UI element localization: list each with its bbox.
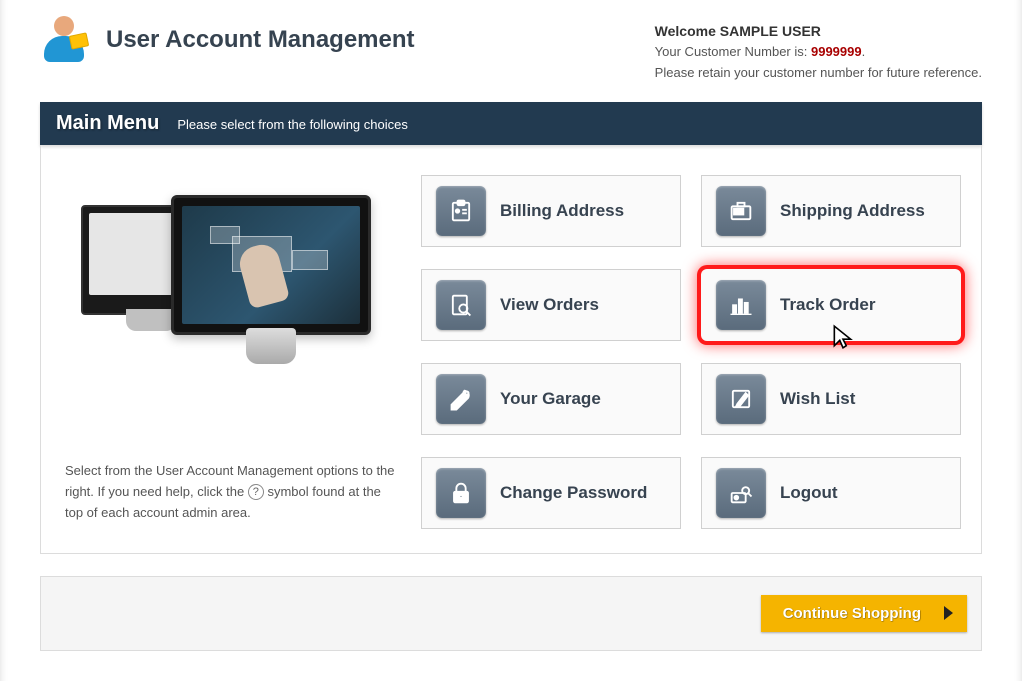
tile-label: Change Password — [500, 483, 647, 503]
change-password-tile[interactable]: Change Password — [421, 457, 681, 529]
tile-label: Billing Address — [500, 201, 624, 221]
bar-chart-icon — [716, 280, 766, 330]
shipping-address-tile[interactable]: Shipping Address — [701, 175, 961, 247]
header-right: Welcome SAMPLE USER Your Customer Number… — [655, 14, 982, 84]
customer-number: 9999999 — [811, 44, 862, 59]
header: User Account Management Welcome SAMPLE U… — [40, 0, 982, 102]
content-area: Select from the User Account Management … — [40, 145, 982, 554]
continue-label: Continue Shopping — [783, 605, 921, 622]
billing-address-tile[interactable]: Billing Address — [421, 175, 681, 247]
welcome-text: Welcome SAMPLE USER — [655, 20, 982, 42]
menu-bar-title: Main Menu — [56, 112, 159, 135]
account-management-page: User Account Management Welcome SAMPLE U… — [0, 0, 1022, 681]
customer-number-line: Your Customer Number is: 9999999. — [655, 42, 982, 63]
menu-bar: Main Menu Please select from the followi… — [40, 102, 982, 145]
lock-icon — [436, 468, 486, 518]
note-pen-icon — [716, 374, 766, 424]
tile-label: Wish List — [780, 389, 855, 409]
wrench-icon — [436, 374, 486, 424]
cursor-icon — [830, 322, 856, 352]
track-order-tile[interactable]: Track Order — [701, 269, 961, 341]
menu-bar-subtitle: Please select from the following choices — [177, 117, 408, 132]
page-title: User Account Management — [106, 26, 415, 54]
tile-label: Logout — [780, 483, 838, 503]
header-left: User Account Management — [40, 14, 415, 66]
logout-icon — [716, 468, 766, 518]
tile-label: View Orders — [500, 295, 599, 315]
tile-grid: Billing Address Shipping Address — [421, 175, 961, 529]
footer-bar: Continue Shopping — [40, 576, 982, 651]
continue-shopping-button[interactable]: Continue Shopping — [761, 595, 967, 632]
retain-text: Please retain your customer number for f… — [655, 63, 982, 84]
wish-list-tile[interactable]: Wish List — [701, 363, 961, 435]
monitor-illustration — [81, 195, 381, 375]
help-icon: ? — [248, 484, 264, 500]
your-garage-tile[interactable]: Your Garage — [421, 363, 681, 435]
clipboard-id-icon — [436, 186, 486, 236]
logout-tile[interactable]: Logout — [701, 457, 961, 529]
tile-label: Shipping Address — [780, 201, 925, 221]
tile-label: Track Order — [780, 295, 875, 315]
document-search-icon — [436, 280, 486, 330]
left-column: Select from the User Account Management … — [61, 175, 401, 529]
arrow-right-icon — [944, 606, 953, 620]
briefcase-icon — [716, 186, 766, 236]
tile-label: Your Garage — [500, 389, 601, 409]
user-avatar-icon — [40, 14, 92, 66]
help-description: Select from the User Account Management … — [61, 461, 401, 523]
view-orders-tile[interactable]: View Orders — [421, 269, 681, 341]
